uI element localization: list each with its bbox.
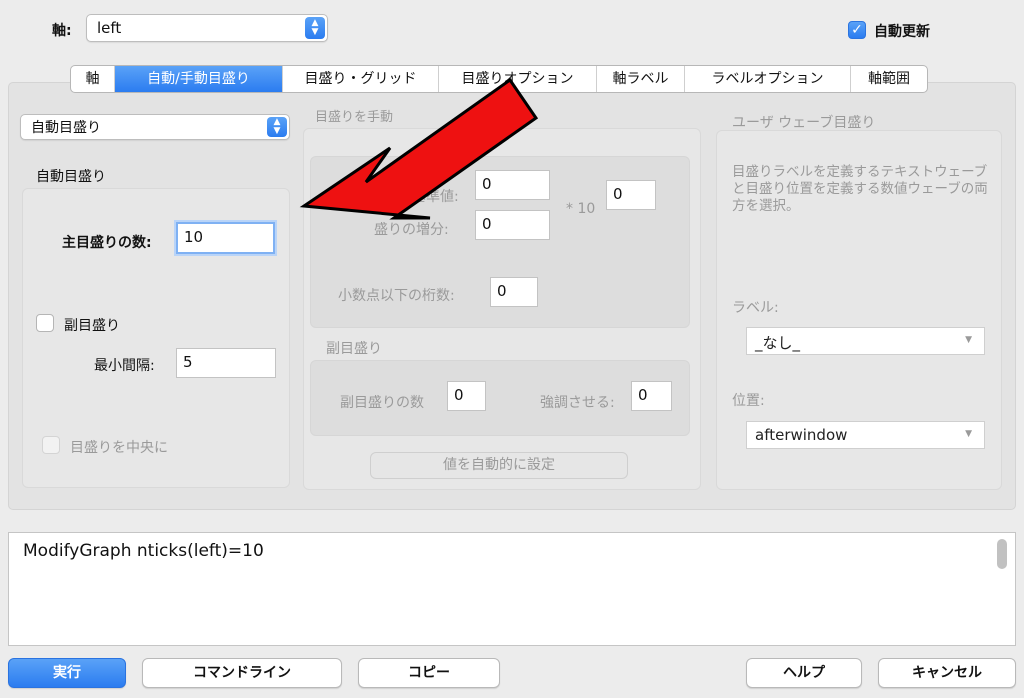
chevron-down-icon: ▼	[965, 335, 972, 345]
command-text-area[interactable]: ModifyGraph nticks(left)=10	[8, 532, 1016, 646]
axis-select-value: left	[97, 19, 122, 37]
axis-select-stepper-icon: ▲ ▼	[305, 17, 325, 39]
red-arrow-icon	[299, 77, 539, 220]
wave-label-title: ラベル:	[732, 300, 779, 316]
wave-position-value: afterwindow	[755, 426, 848, 444]
minor-ticks-label: 副目盛り	[64, 318, 120, 334]
emphasize-input[interactable]: 0	[631, 381, 672, 411]
decimals-input[interactable]: 0	[490, 277, 538, 307]
major-ticks-input[interactable]: 10	[176, 222, 275, 254]
tab-axis-label[interactable]: 軸ラベル	[597, 66, 685, 92]
min-spacing-label: 最小間隔:	[94, 358, 155, 374]
cancel-button[interactable]: キャンセル	[878, 658, 1016, 688]
tab-axis-range[interactable]: 軸範囲	[851, 66, 927, 92]
minor-ticks-checkbox[interactable]	[36, 314, 54, 332]
wave-position-title: 位置:	[732, 393, 765, 409]
tab-auto-manual-ticks[interactable]: 自動/手動目盛り	[115, 66, 283, 92]
emphasize-label: 強調させる:	[540, 395, 615, 411]
user-wave-title: ユーザ ウェーブ目盛り	[732, 115, 876, 131]
major-ticks-label: 主目盛りの数:	[62, 235, 152, 251]
auto-update-checkbox[interactable]: ✓	[848, 21, 866, 39]
tab-label-options[interactable]: ラベルオプション	[685, 66, 851, 92]
wave-label-value: _なし_	[755, 334, 801, 352]
wave-label-select[interactable]: _なし_ ▼	[746, 327, 985, 355]
auto-ticks-group-title: 自動目盛り	[36, 169, 106, 185]
exponent-input[interactable]: 0	[606, 180, 656, 210]
chevron-down-icon: ▼	[965, 429, 972, 439]
auto-update-label: 自動更新	[874, 24, 930, 40]
min-spacing-input[interactable]: 5	[176, 348, 276, 378]
command-scrollbar[interactable]	[997, 539, 1007, 569]
decimals-label: 小数点以下の桁数:	[338, 288, 455, 304]
minor-count-input[interactable]: 0	[447, 381, 486, 411]
wave-position-select[interactable]: afterwindow ▼	[746, 421, 985, 449]
command-text: ModifyGraph nticks(left)=10	[23, 541, 264, 561]
tick-mode-select[interactable]: 自動目盛り ▲ ▼	[20, 114, 290, 140]
execute-button[interactable]: 実行	[8, 658, 126, 688]
auto-set-values-button[interactable]: 値を自動的に設定	[370, 452, 628, 479]
times-ten-label: * 10	[566, 201, 596, 217]
manual-minor-title: 副目盛り	[326, 341, 382, 357]
copy-button[interactable]: コピー	[358, 658, 500, 688]
command-line-button[interactable]: コマンドライン	[142, 658, 342, 688]
axis-label: 軸:	[52, 23, 72, 39]
tab-axis[interactable]: 軸	[71, 66, 115, 92]
tick-mode-stepper-icon: ▲ ▼	[267, 117, 287, 137]
axis-select[interactable]: left ▲ ▼	[86, 14, 328, 42]
tick-mode-value: 自動目盛り	[31, 120, 101, 136]
center-ticks-checkbox[interactable]	[42, 436, 60, 454]
minor-count-label: 副目盛りの数	[340, 395, 424, 411]
user-wave-description: 目盛りラベルを定義するテキストウェーブと目盛り位置を定義する数値ウェーブの両方を…	[732, 164, 988, 214]
center-ticks-label: 目盛りを中央に	[70, 440, 168, 456]
help-button[interactable]: ヘルプ	[746, 658, 862, 688]
